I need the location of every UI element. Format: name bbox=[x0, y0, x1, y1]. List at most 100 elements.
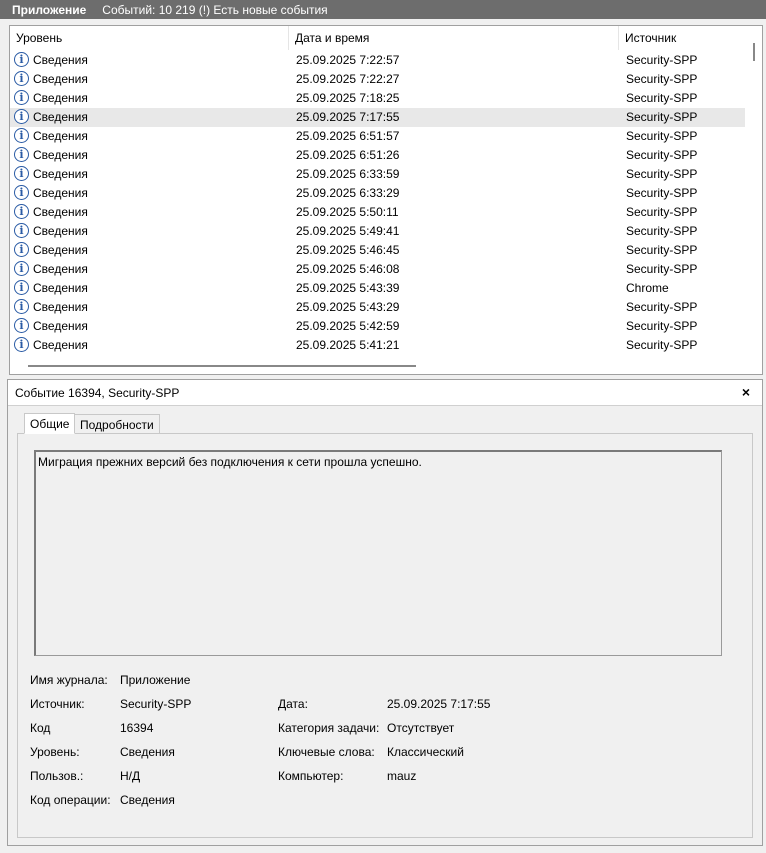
event-detail-panel: Событие 16394, Security-SPP × Общие Подр… bbox=[7, 379, 763, 846]
row-level: Сведения bbox=[33, 91, 88, 105]
info-icon: i bbox=[14, 166, 29, 181]
vertical-scrollbar[interactable] bbox=[745, 26, 762, 358]
user-value: Н/Д bbox=[120, 769, 141, 783]
info-icon: i bbox=[14, 261, 29, 276]
log-name-label: Имя журнала: bbox=[30, 673, 108, 687]
info-icon: i bbox=[14, 318, 29, 333]
table-row[interactable]: i Сведения 25.09.2025 7:17:55 Security-SPP bbox=[10, 108, 745, 127]
row-datetime: 25.09.2025 5:46:45 bbox=[296, 243, 400, 257]
row-datetime: 25.09.2025 7:22:27 bbox=[296, 72, 400, 86]
row-datetime: 25.09.2025 5:41:21 bbox=[296, 338, 400, 352]
opcode-value: Сведения bbox=[120, 793, 175, 807]
keywords-value: Классический bbox=[387, 745, 464, 759]
event-list[interactable]: Уровень Дата и время Источник i Сведения 2… bbox=[9, 25, 763, 375]
info-icon: i bbox=[14, 71, 29, 86]
table-row[interactable]: i Сведения 25.09.2025 7:22:27 Security-SPP bbox=[10, 70, 745, 89]
horizontal-scrollbar[interactable] bbox=[10, 357, 745, 374]
row-datetime: 25.09.2025 5:46:08 bbox=[296, 262, 400, 276]
row-datetime: 25.09.2025 6:33:29 bbox=[296, 186, 400, 200]
tab-general[interactable]: Общие bbox=[24, 413, 76, 434]
table-row[interactable]: i Сведения 25.09.2025 6:33:29 Security-SPP bbox=[10, 184, 745, 203]
table-row[interactable]: i Сведения 25.09.2025 6:51:26 Security-SPP bbox=[10, 146, 745, 165]
opcode-label: Код операции: bbox=[30, 793, 111, 807]
table-row[interactable]: i Сведения 25.09.2025 6:33:59 Security-SPP bbox=[10, 165, 745, 184]
computer-label: Компьютер: bbox=[278, 769, 344, 783]
row-source: Security-SPP bbox=[626, 319, 698, 333]
row-level: Сведения bbox=[33, 148, 88, 162]
table-row[interactable]: i Сведения 25.09.2025 7:22:57 Security-SPP bbox=[10, 51, 745, 70]
code-value: 16394 bbox=[120, 721, 154, 735]
table-row[interactable]: i Сведения 25.09.2025 5:43:39 Chrome bbox=[10, 279, 745, 298]
keywords-label: Ключевые слова: bbox=[278, 745, 375, 759]
column-datetime[interactable]: Дата и время bbox=[289, 26, 619, 50]
table-row[interactable]: i Сведения 25.09.2025 6:51:57 Security-SPP bbox=[10, 127, 745, 146]
general-tab-content: Миграция прежних версий без подключения … bbox=[17, 433, 753, 838]
row-datetime: 25.09.2025 5:50:11 bbox=[296, 205, 399, 219]
row-datetime: 25.09.2025 5:43:29 bbox=[296, 300, 400, 314]
row-source: Security-SPP bbox=[626, 243, 698, 257]
code-label: Код bbox=[30, 721, 51, 735]
title-bar: Приложение Событий: 10 219 (!) Есть новы… bbox=[0, 0, 766, 19]
row-datetime: 25.09.2025 6:51:26 bbox=[296, 148, 400, 162]
info-icon: i bbox=[14, 280, 29, 295]
row-datetime: 25.09.2025 7:17:55 bbox=[296, 110, 400, 124]
tab-details[interactable]: Подробности bbox=[74, 414, 160, 434]
row-source: Security-SPP bbox=[626, 167, 698, 181]
info-icon: i bbox=[14, 185, 29, 200]
table-row[interactable]: i Сведения 25.09.2025 5:42:59 Security-SPP bbox=[10, 317, 745, 336]
scroll-thumb[interactable] bbox=[28, 365, 416, 367]
row-source: Security-SPP bbox=[626, 129, 698, 143]
row-level: Сведения bbox=[33, 281, 88, 295]
table-row[interactable]: i Сведения 25.09.2025 5:46:08 Security-SPP bbox=[10, 260, 745, 279]
close-icon[interactable]: × bbox=[738, 383, 754, 401]
row-level: Сведения bbox=[33, 338, 88, 352]
column-source[interactable]: Источник bbox=[619, 26, 745, 50]
info-icon: i bbox=[14, 242, 29, 257]
info-icon: i bbox=[14, 204, 29, 219]
source-label: Источник: bbox=[30, 697, 85, 711]
row-datetime: 25.09.2025 5:43:39 bbox=[296, 281, 400, 295]
row-datetime: 25.09.2025 5:49:41 bbox=[296, 224, 400, 238]
table-row[interactable]: i Сведения 25.09.2025 7:18:25 Security-SPP bbox=[10, 89, 745, 108]
source-value: Security-SPP bbox=[120, 697, 192, 711]
row-source: Security-SPP bbox=[626, 72, 698, 86]
row-source: Security-SPP bbox=[626, 224, 698, 238]
info-icon: i bbox=[14, 299, 29, 314]
row-level: Сведения bbox=[33, 167, 88, 181]
event-description[interactable]: Миграция прежних версий без подключения … bbox=[34, 450, 722, 656]
row-level: Сведения bbox=[33, 300, 88, 314]
row-level: Сведения bbox=[33, 186, 88, 200]
info-icon: i bbox=[14, 52, 29, 67]
date-label: Дата: bbox=[278, 697, 308, 711]
date-value: 25.09.2025 7:17:55 bbox=[387, 697, 491, 711]
table-row[interactable]: i Сведения 25.09.2025 5:43:29 Security-SPP bbox=[10, 298, 745, 317]
row-datetime: 25.09.2025 7:18:25 bbox=[296, 91, 400, 105]
row-source: Security-SPP bbox=[626, 338, 698, 352]
category-value: Отсутствует bbox=[387, 721, 455, 735]
scroll-thumb[interactable] bbox=[753, 43, 755, 61]
row-level: Сведения bbox=[33, 53, 88, 67]
info-icon: i bbox=[14, 223, 29, 238]
table-row[interactable]: i Сведения 25.09.2025 5:46:45 Security-SPP bbox=[10, 241, 745, 260]
row-level: Сведения bbox=[33, 224, 88, 238]
computer-value: mauz bbox=[387, 769, 417, 783]
level-label: Уровень: bbox=[30, 745, 80, 759]
row-source: Security-SPP bbox=[626, 205, 698, 219]
row-source: Security-SPP bbox=[626, 91, 698, 105]
row-datetime: 25.09.2025 7:22:57 bbox=[296, 53, 400, 67]
column-level[interactable]: Уровень bbox=[10, 26, 289, 50]
row-level: Сведения bbox=[33, 319, 88, 333]
row-datetime: 25.09.2025 6:51:57 bbox=[296, 129, 400, 143]
info-icon: i bbox=[14, 337, 29, 352]
info-icon: i bbox=[14, 90, 29, 105]
row-level: Сведения bbox=[33, 129, 88, 143]
row-level: Сведения bbox=[33, 205, 88, 219]
level-value: Сведения bbox=[120, 745, 175, 759]
row-level: Сведения bbox=[33, 110, 88, 124]
table-row[interactable]: i Сведения 25.09.2025 5:41:21 Security-SPP bbox=[10, 336, 745, 355]
row-source: Security-SPP bbox=[626, 186, 698, 200]
row-level: Сведения bbox=[33, 262, 88, 276]
info-icon: i bbox=[14, 147, 29, 162]
table-row[interactable]: i Сведения 25.09.2025 5:49:41 Security-SPP bbox=[10, 222, 745, 241]
table-row[interactable]: i Сведения 25.09.2025 5:50:11 Security-SPP bbox=[10, 203, 745, 222]
